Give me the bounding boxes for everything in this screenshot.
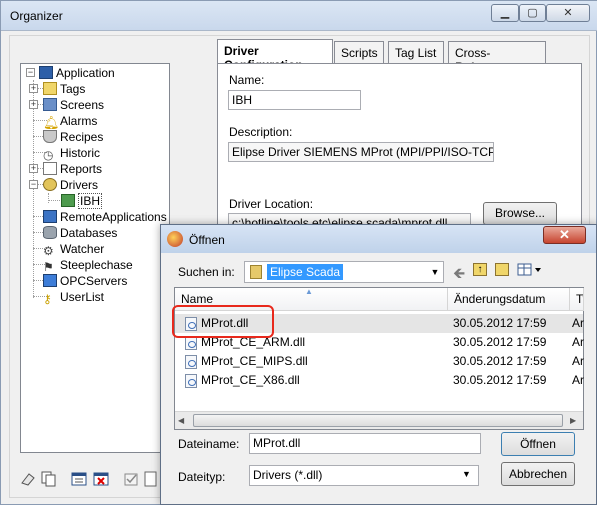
- database-icon: [43, 226, 57, 239]
- tree-item-tags[interactable]: Tags: [43, 81, 85, 97]
- folder-icon: [43, 82, 57, 95]
- tab-driver-configuration[interactable]: Driver Configuration: [217, 39, 333, 72]
- document-icon[interactable]: [141, 469, 161, 489]
- file-date: 30.05.2012 17:59: [453, 354, 547, 368]
- tree-item-opcservers[interactable]: OPCServers: [43, 273, 127, 289]
- chevron-down-icon[interactable]: ▼: [427, 262, 443, 282]
- tree-item-historic[interactable]: ◷ Historic: [43, 145, 100, 162]
- driver-location-label: Driver Location:: [229, 197, 314, 211]
- scroll-left-icon[interactable]: ◀: [178, 416, 184, 425]
- app-icon: [167, 231, 183, 247]
- expand-screens[interactable]: +: [29, 100, 38, 109]
- tree-item-drivers[interactable]: Drivers: [43, 177, 98, 193]
- check-icon[interactable]: [121, 469, 141, 489]
- tab-tag-list[interactable]: Tag List: [388, 41, 444, 63]
- tree-item-databases[interactable]: Databases: [43, 225, 117, 241]
- application-tree[interactable]: − + + + − Application Tags Screens 🔔︎Ala…: [20, 63, 170, 453]
- dll-file-icon: [185, 336, 197, 350]
- file-row[interactable]: MProt_CE_MIPS.dll 30.05.2012 17:59 Ar: [175, 352, 584, 371]
- file-date: 30.05.2012 17:59: [453, 335, 547, 349]
- up-folder-icon[interactable]: ↑: [473, 263, 487, 276]
- folder-icon: [250, 265, 262, 279]
- eraser-icon[interactable]: [18, 469, 38, 489]
- tree-item-screens[interactable]: Screens: [43, 97, 104, 113]
- tree-item-recipes[interactable]: Recipes: [43, 129, 103, 145]
- look-in-combo[interactable]: Elipse Scada ▼: [244, 261, 444, 283]
- open-dialog: Öffnen ✕ Suchen in: Elipse Scada ▼ 🡸 ↑ N…: [160, 224, 597, 505]
- tree-item-remote-applications[interactable]: RemoteApplications: [43, 209, 167, 225]
- dll-file-icon: [185, 355, 197, 369]
- screens-icon: [43, 98, 57, 111]
- organizer-title: Organizer: [10, 9, 63, 23]
- horizontal-scrollbar[interactable]: ◀ ▶: [175, 411, 583, 429]
- report-icon: [43, 162, 57, 175]
- browse-button[interactable]: Browse...: [483, 202, 557, 225]
- file-row[interactable]: MProt_CE_X86.dll 30.05.2012 17:59 Ar: [175, 371, 584, 390]
- chevron-down-icon[interactable]: ▼: [462, 469, 471, 479]
- open-dialog-title-bar: Öffnen: [161, 225, 596, 253]
- tree-item-ibh[interactable]: IBH: [61, 193, 103, 209]
- description-field[interactable]: Elipse Driver SIEMENS MProt (MPI/PPI/ISO…: [228, 142, 494, 162]
- maximize-button[interactable]: ▢: [519, 4, 546, 22]
- filename-label: Dateiname:: [178, 437, 240, 451]
- expand-reports[interactable]: +: [29, 164, 38, 173]
- look-in-value: Elipse Scada: [267, 264, 344, 280]
- open-dialog-title: Öffnen: [189, 233, 225, 247]
- file-date: 30.05.2012 17:59: [453, 316, 547, 330]
- drivers-icon: [43, 178, 57, 191]
- highlight-box: [172, 305, 274, 338]
- name-label: Name:: [229, 73, 265, 87]
- minimize-button[interactable]: ▁: [491, 4, 519, 22]
- file-type: Ar: [572, 335, 584, 349]
- filetype-label: Dateityp:: [178, 470, 226, 484]
- expand-tags[interactable]: +: [29, 84, 38, 93]
- collapse-drivers[interactable]: −: [29, 180, 38, 189]
- description-label: Description:: [229, 125, 293, 139]
- look-in-label: Suchen in:: [178, 265, 235, 279]
- tab-scripts[interactable]: Scripts: [334, 41, 384, 63]
- tree-item-steeplechase[interactable]: ⚑ Steeplechase: [43, 257, 133, 274]
- tab-cross-reference[interactable]: Cross-Reference: [448, 41, 546, 74]
- back-icon[interactable]: 🡸: [453, 263, 465, 288]
- network-icon: [43, 210, 57, 223]
- sort-arrow-icon: ▲: [305, 287, 313, 296]
- tree-item-reports[interactable]: Reports: [43, 161, 102, 177]
- properties-icon[interactable]: [69, 469, 89, 489]
- new-folder-icon[interactable]: [495, 263, 509, 276]
- close-button[interactable]: ✕: [546, 4, 590, 22]
- bell-icon: 🔔︎: [43, 115, 60, 130]
- view-menu-icon[interactable]: [517, 262, 545, 278]
- tree-item-alarms[interactable]: 🔔︎Alarms: [43, 113, 97, 129]
- name-field[interactable]: IBH: [228, 90, 361, 110]
- column-header-date[interactable]: Änderungsdatum: [448, 288, 570, 311]
- file-date: 30.05.2012 17:59: [453, 373, 547, 387]
- open-button[interactable]: Öffnen: [501, 432, 575, 456]
- delete-icon[interactable]: [91, 469, 111, 489]
- dll-file-icon: [185, 374, 197, 388]
- copy-icon[interactable]: [38, 469, 58, 489]
- key-icon: ⚷: [43, 292, 52, 306]
- tree-item-watcher[interactable]: ⚙ Watcher: [43, 241, 104, 258]
- file-type: Ar: [572, 373, 584, 387]
- file-type: Ar: [572, 354, 584, 368]
- scrollbar-thumb[interactable]: [193, 414, 563, 427]
- dialog-close-button[interactable]: ✕: [543, 226, 586, 244]
- filetype-select[interactable]: Drivers (*.dll) ▼: [249, 465, 479, 486]
- file-name: MProt_CE_MIPS.dll: [201, 354, 308, 368]
- column-header-type[interactable]: Ty: [570, 288, 584, 311]
- opc-server-icon: [43, 274, 57, 287]
- scroll-right-icon[interactable]: ▶: [570, 416, 576, 425]
- application-icon: [39, 66, 53, 79]
- tree-item-application[interactable]: Application: [25, 65, 115, 81]
- cancel-button[interactable]: Abbrechen: [501, 462, 575, 486]
- file-name: MProt_CE_X86.dll: [201, 373, 300, 387]
- recipes-icon: [43, 130, 57, 143]
- filename-field[interactable]: MProt.dll: [249, 433, 481, 454]
- tree-item-userlist[interactable]: ⚷ UserList: [43, 289, 104, 306]
- file-type: Ar: [572, 316, 584, 330]
- driver-icon: [61, 194, 75, 207]
